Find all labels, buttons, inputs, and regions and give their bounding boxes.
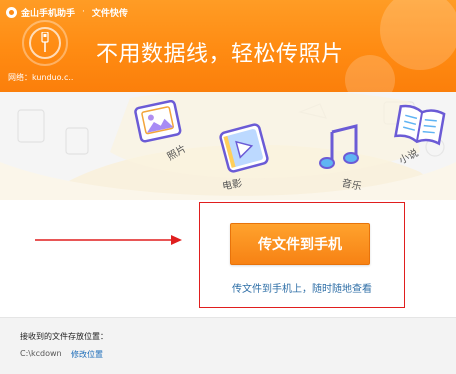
book-icon[interactable]: [394, 102, 446, 146]
network-status: 网络：kunduo.c..: [8, 73, 74, 82]
title-bar: 金山手机助手 · 文件快传: [6, 5, 128, 19]
app-logo-icon: [6, 6, 17, 18]
app-name: 金山手机助手: [21, 8, 76, 19]
section-title: 文件快传: [91, 8, 128, 19]
receive-location-label: 接收到的文件存放位置：: [20, 332, 108, 341]
title-separator: ·: [82, 7, 85, 17]
category-illustration: 照片 电影 音乐 小说: [0, 92, 456, 200]
connection-indicator: [22, 20, 68, 66]
modify-location-link[interactable]: 修改位置: [71, 349, 103, 360]
header-banner: 金山手机助手 · 文件快传 网络：kunduo.c.. 不用数据线，轻松传照片: [0, 0, 456, 92]
send-file-hint: 传文件到手机上，随时随地查看: [232, 284, 372, 295]
phone-plug-icon: [41, 32, 49, 52]
annotation-arrow: [35, 235, 182, 245]
send-file-to-phone-button[interactable]: 传文件到手机: [230, 223, 370, 265]
video-icon[interactable]: [216, 122, 272, 174]
slogan: 不用数据线，轻松传照片: [96, 42, 344, 67]
footer: 接收到的文件存放位置： C:\kcdown 修改位置: [0, 317, 456, 374]
music-icon[interactable]: [316, 122, 366, 174]
receive-path: C:\kcdown: [20, 349, 62, 358]
photo-icon[interactable]: [132, 100, 186, 144]
header-decoration: [345, 0, 456, 92]
